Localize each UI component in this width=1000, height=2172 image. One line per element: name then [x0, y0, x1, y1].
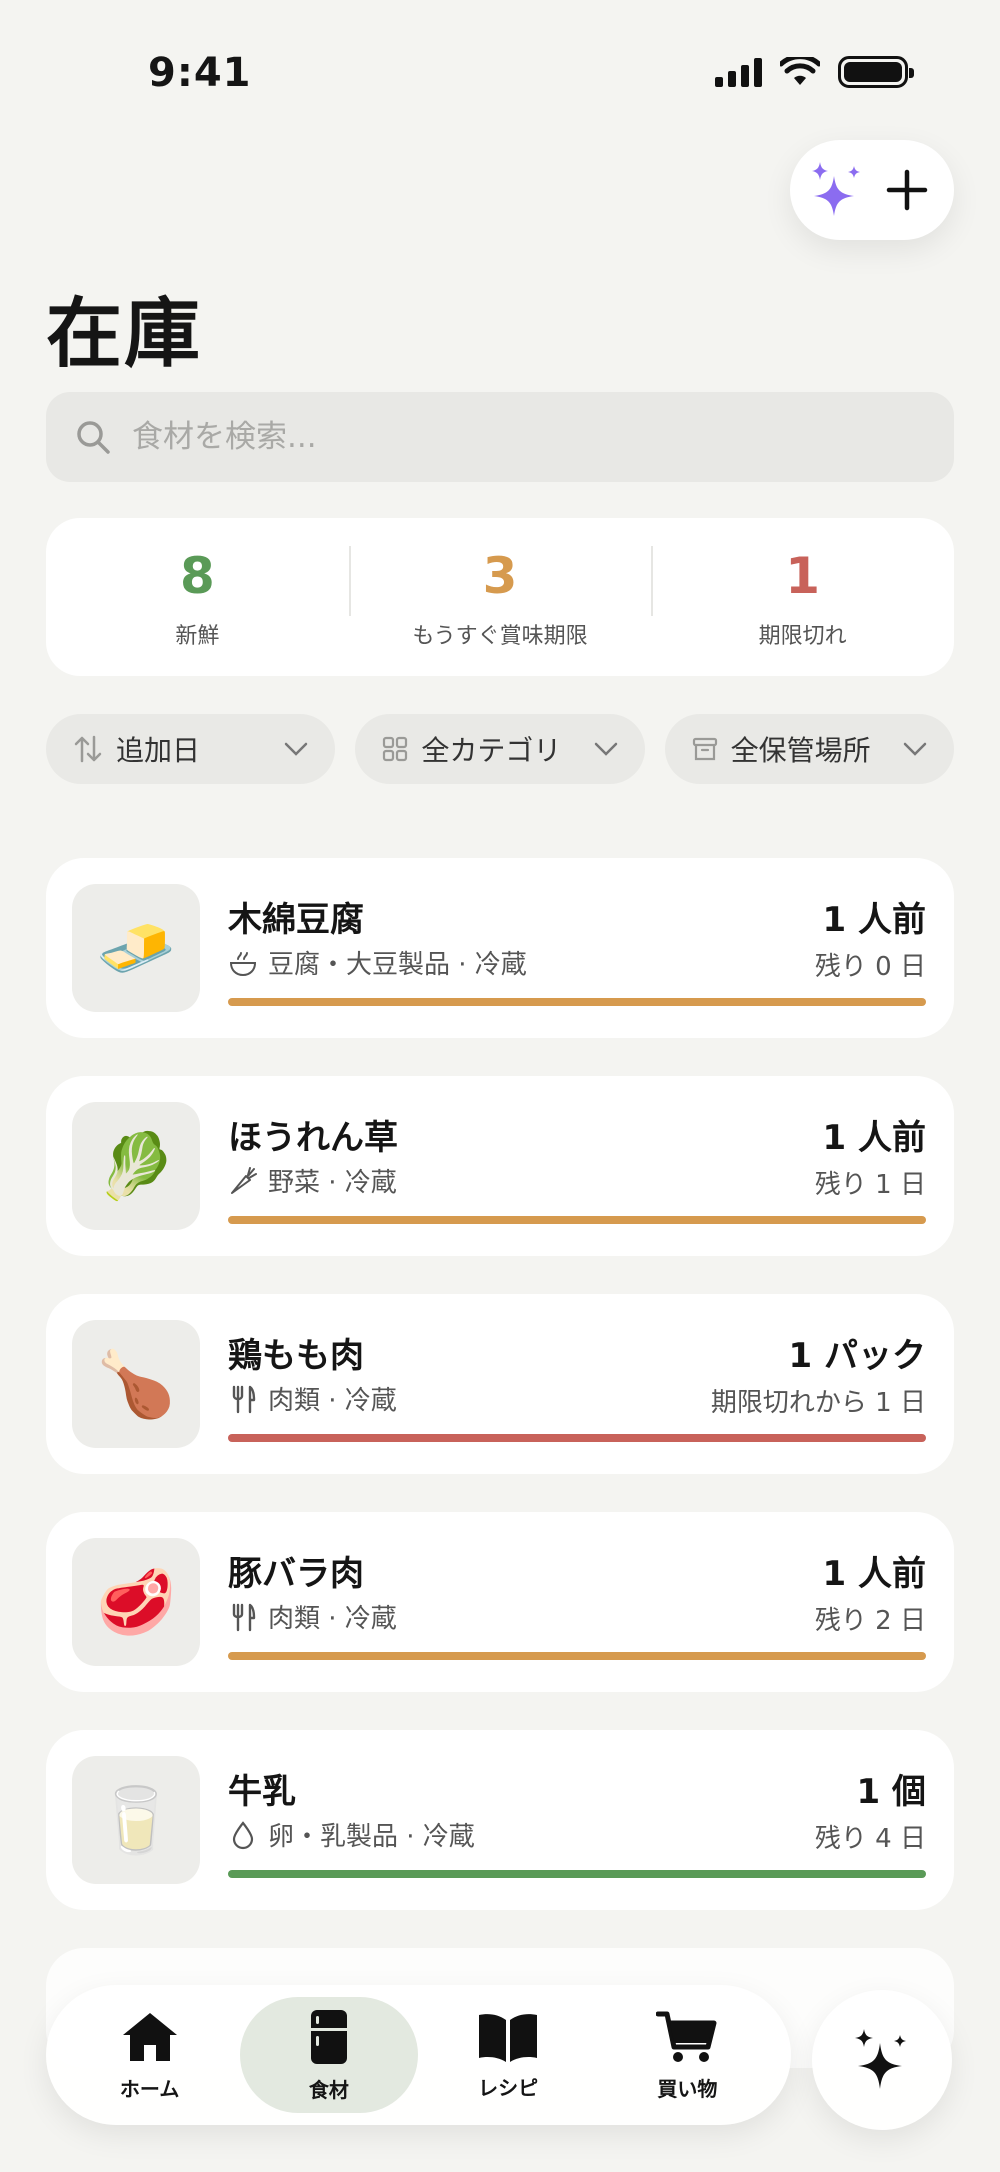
tab-ingredients[interactable]: 食材 — [239, 1997, 418, 2113]
sparkle-icon — [812, 162, 860, 216]
item-category: 豆腐・大豆製品 · 冷蔵 — [268, 950, 527, 980]
wifi-icon — [780, 57, 820, 85]
ai-sparkle-button[interactable] — [807, 160, 867, 220]
category-filter-label: 全カテゴリ — [421, 734, 562, 767]
status-bar: 9:41 — [0, 0, 1000, 150]
freshness-bar — [228, 1652, 926, 1660]
plus-icon — [886, 169, 928, 211]
item-quantity: 1 人前 — [822, 1554, 927, 1594]
list-item[interactable]: 🍗 鶏もも肉 1 パック 肉類 · 冷蔵 期限切れから 1 日 — [46, 1294, 954, 1474]
filter-row: 追加日 全カテゴリ 全保管場所 — [46, 714, 954, 784]
top-action-pill — [790, 140, 954, 240]
cart-icon — [656, 2011, 717, 2062]
sort-filter-dropdown[interactable]: 追加日 — [46, 714, 336, 784]
battery-icon — [838, 56, 914, 88]
item-name: 豚バラ肉 — [228, 1554, 364, 1594]
milk-image: 🥛 — [72, 1756, 200, 1884]
item-quantity: 1 個 — [856, 1772, 927, 1812]
list-item[interactable]: 🥬 ほうれん草 1 人前 野菜 · 冷蔵 残り 1 日 — [46, 1076, 954, 1256]
item-meta: 野菜 · 冷蔵 — [228, 1162, 397, 1199]
tab-recipes[interactable]: レシピ — [419, 1997, 597, 2113]
home-icon — [122, 2012, 177, 2061]
stat-fresh-count: 8 — [179, 547, 215, 605]
chicken-thigh-image: 🍗 — [72, 1320, 200, 1448]
fridge-icon — [310, 2009, 347, 2064]
ai-assistant-fab[interactable] — [812, 1990, 952, 2130]
chevron-down-icon — [594, 742, 617, 756]
ingredient-list: 🧈 木綿豆腐 1 人前 豆腐・大豆製品 · 冷蔵 残り 0 日 🥬 ほうれん草 … — [46, 858, 954, 2106]
carrot-icon — [231, 1166, 257, 1194]
stat-fresh-label: 新鮮 — [175, 624, 220, 649]
grid-icon — [383, 736, 408, 762]
search-bar[interactable] — [46, 392, 954, 482]
tofu-image: 🧈 — [72, 884, 200, 1012]
storage-filter-label: 全保管場所 — [730, 734, 871, 767]
item-meta: 卵・乳製品 · 冷蔵 — [228, 1816, 475, 1853]
list-item[interactable]: 🧈 木綿豆腐 1 人前 豆腐・大豆製品 · 冷蔵 残り 0 日 — [46, 858, 954, 1038]
book-icon — [479, 2013, 538, 2062]
stat-expiring-count: 3 — [482, 547, 518, 605]
tab-shopping[interactable]: 買い物 — [598, 1997, 776, 2113]
tofu-icon — [229, 951, 257, 976]
storage-filter-dropdown[interactable]: 全保管場所 — [664, 714, 954, 784]
list-item[interactable]: 🥩 豚バラ肉 1 人前 肉類 · 冷蔵 残り 2 日 — [46, 1512, 954, 1692]
freshness-bar — [228, 1870, 926, 1878]
pork-belly-image: 🥩 — [72, 1538, 200, 1666]
add-button[interactable] — [877, 160, 937, 220]
search-icon — [77, 421, 110, 454]
sparkle-icon — [855, 2029, 906, 2089]
spinach-image: 🥬 — [72, 1102, 200, 1230]
item-remaining: 残り 2 日 — [814, 1606, 926, 1636]
stat-fresh[interactable]: 8 新鮮 — [46, 544, 349, 650]
freshness-bar — [228, 1434, 926, 1442]
tab-home-label: ホーム — [119, 2076, 180, 2101]
item-quantity: 1 人前 — [822, 900, 927, 940]
stat-expired-label: 期限切れ — [758, 624, 847, 649]
stat-expired[interactable]: 1 期限切れ — [651, 544, 954, 650]
freshness-bar — [228, 1216, 926, 1224]
tab-home[interactable]: ホーム — [61, 1997, 239, 2113]
item-name: 木綿豆腐 — [228, 900, 364, 940]
item-remaining: 残り 1 日 — [814, 1170, 926, 1200]
item-remaining: 期限切れから 1 日 — [710, 1388, 926, 1418]
status-time: 9:41 — [148, 50, 252, 96]
chevron-down-icon — [285, 742, 308, 756]
item-remaining: 残り 4 日 — [814, 1824, 926, 1854]
search-input[interactable] — [132, 419, 932, 455]
utensils-icon — [232, 1603, 256, 1631]
item-category: 野菜 · 冷蔵 — [268, 1168, 397, 1198]
item-meta: 肉類 · 冷蔵 — [228, 1598, 397, 1635]
item-category: 卵・乳製品 · 冷蔵 — [268, 1822, 475, 1852]
page-title: 在庫 — [46, 289, 202, 378]
drop-icon — [232, 1820, 254, 1849]
bottom-tab-bar: ホーム 食材 レシピ 買い物 — [46, 1985, 791, 2125]
tab-ingredients-label: 食材 — [308, 2077, 349, 2102]
sort-filter-label: 追加日 — [116, 734, 201, 767]
sort-icon — [74, 735, 102, 763]
stats-summary: 8 新鮮 3 もうすぐ賞味期限 1 期限切れ — [46, 518, 954, 676]
item-meta: 豆腐・大豆製品 · 冷蔵 — [228, 944, 527, 981]
utensils-icon — [232, 1385, 256, 1413]
cellular-signal-icon — [715, 57, 762, 87]
list-item[interactable]: 🥛 牛乳 1 個 卵・乳製品 · 冷蔵 残り 4 日 — [46, 1730, 954, 1910]
stat-expired-count: 1 — [785, 547, 821, 605]
stat-expiring-label: もうすぐ賞味期限 — [412, 624, 588, 649]
item-name: 鶏もも肉 — [228, 1336, 364, 1376]
chevron-down-icon — [903, 742, 927, 756]
freshness-bar — [228, 998, 926, 1006]
category-filter-dropdown[interactable]: 全カテゴリ — [355, 714, 645, 784]
item-remaining: 残り 0 日 — [814, 952, 926, 982]
item-category: 肉類 · 冷蔵 — [268, 1604, 397, 1634]
tab-shopping-label: 買い物 — [657, 2076, 718, 2101]
item-meta: 肉類 · 冷蔵 — [228, 1380, 397, 1417]
stat-expiring-soon[interactable]: 3 もうすぐ賞味期限 — [348, 544, 652, 650]
item-name: 牛乳 — [228, 1772, 296, 1812]
item-category: 肉類 · 冷蔵 — [268, 1386, 397, 1416]
status-icons — [715, 56, 914, 88]
tab-recipes-label: レシピ — [478, 2075, 539, 2100]
item-quantity: 1 人前 — [822, 1118, 927, 1158]
item-quantity: 1 パック — [788, 1336, 927, 1376]
box-icon — [692, 737, 717, 761]
item-name: ほうれん草 — [228, 1118, 398, 1158]
